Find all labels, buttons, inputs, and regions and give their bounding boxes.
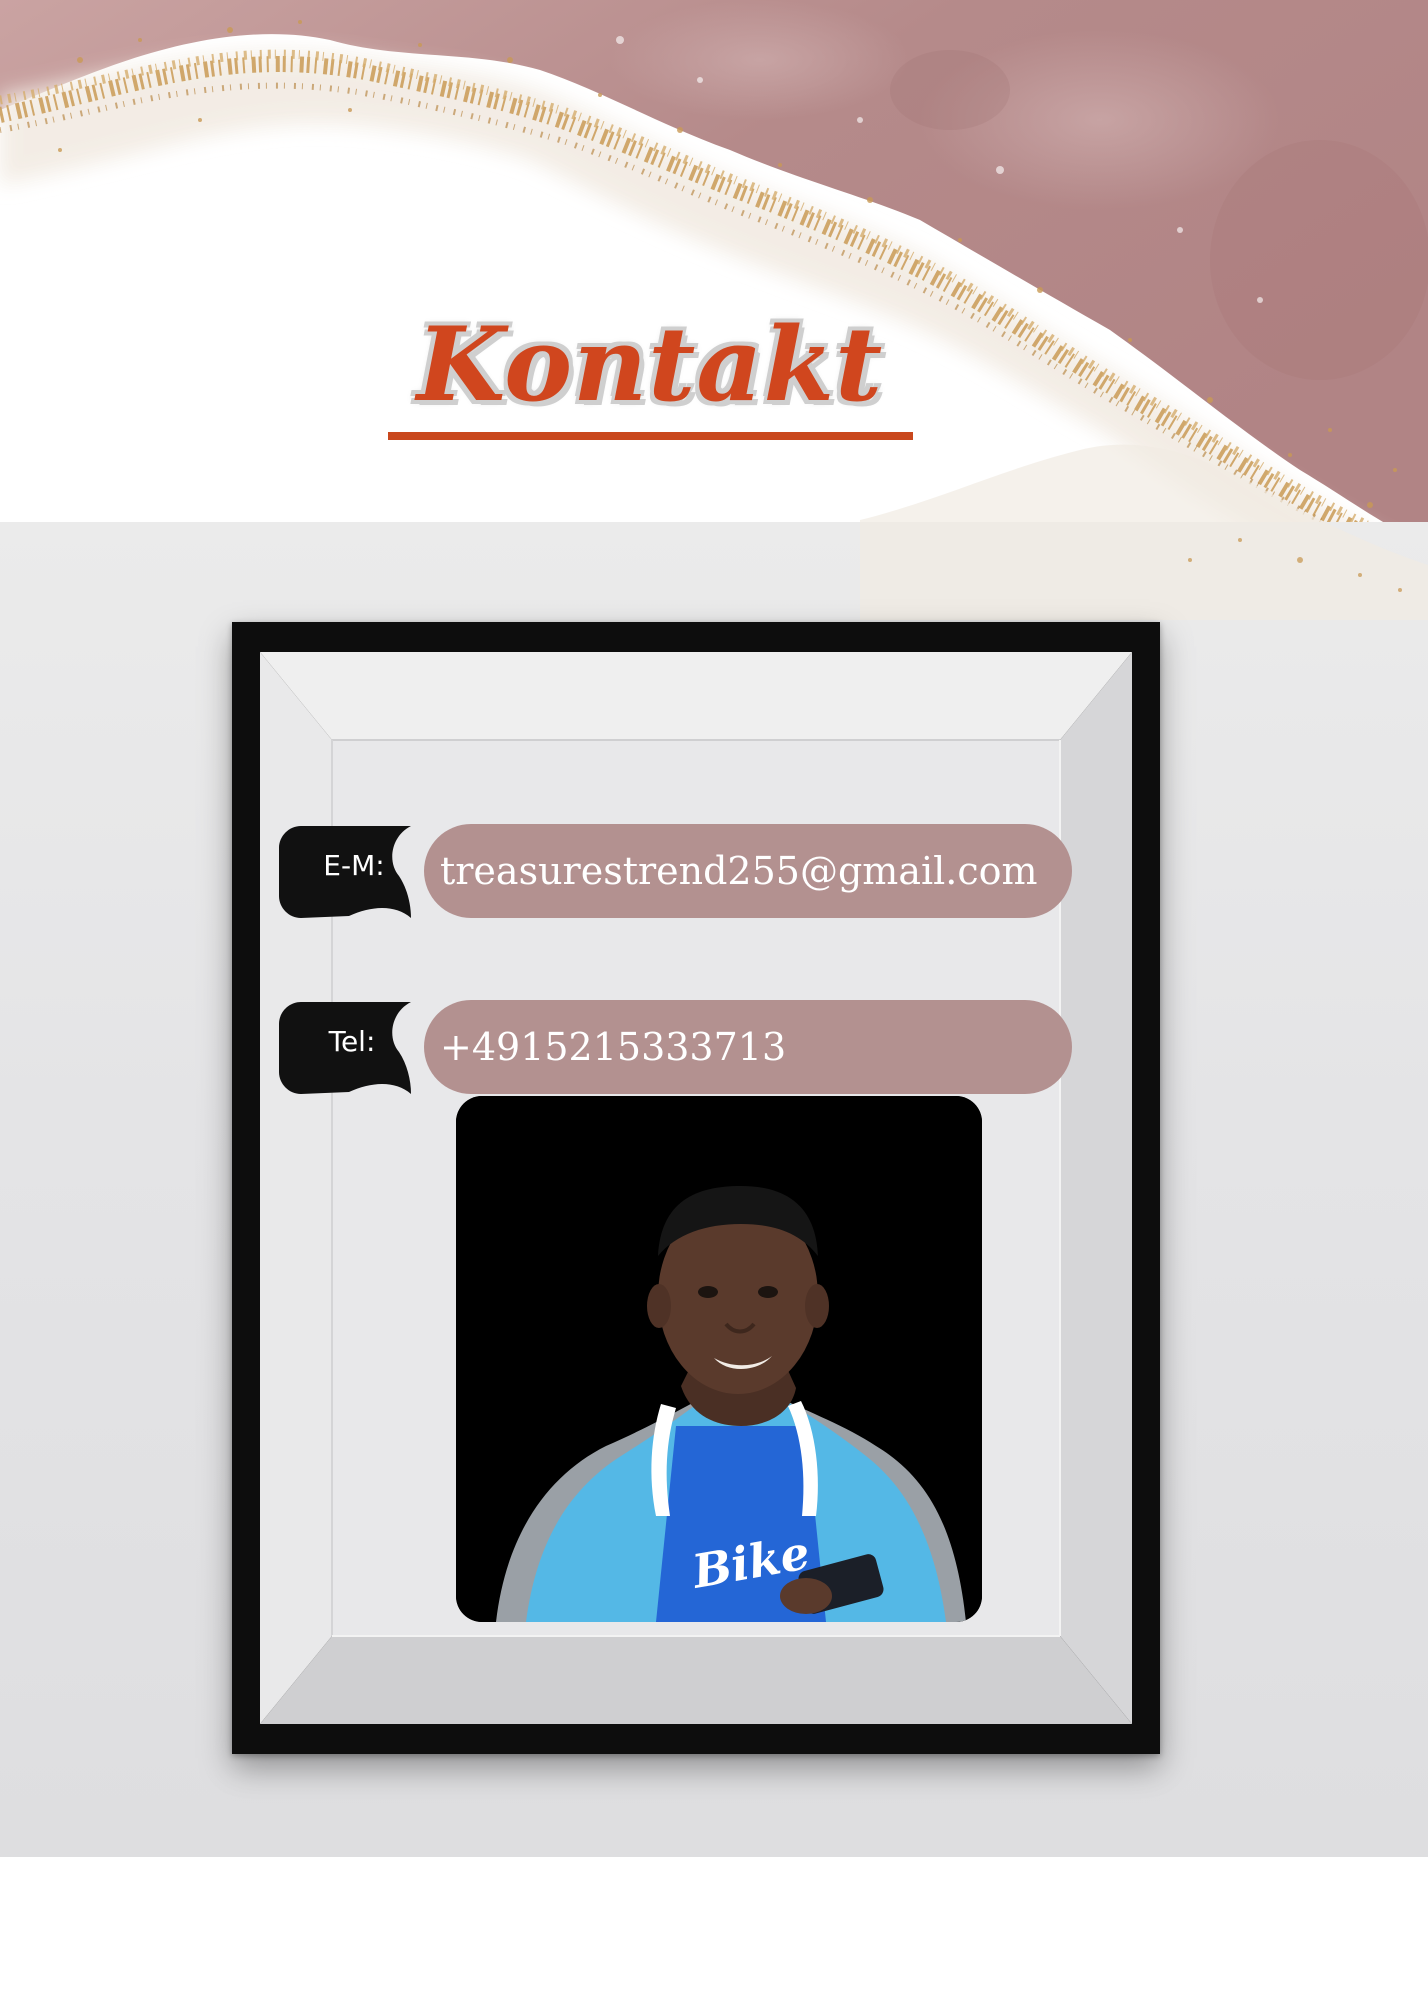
title-block: Kontakt <box>380 300 920 450</box>
page-title: Kontakt <box>416 305 884 425</box>
title-underline <box>388 432 913 440</box>
phone-value[interactable]: +4915215333713 <box>440 1000 786 1094</box>
email-pill[interactable]: treasurestrend255@gmail.com <box>424 824 1072 918</box>
phone-pill[interactable]: +4915215333713 <box>424 1000 1072 1094</box>
email-label: E-M: <box>323 849 385 882</box>
phone-label: Tel: <box>328 1025 376 1058</box>
email-value[interactable]: treasurestrend255@gmail.com <box>440 824 1038 918</box>
portrait-photo: Bike <box>456 1096 982 1622</box>
